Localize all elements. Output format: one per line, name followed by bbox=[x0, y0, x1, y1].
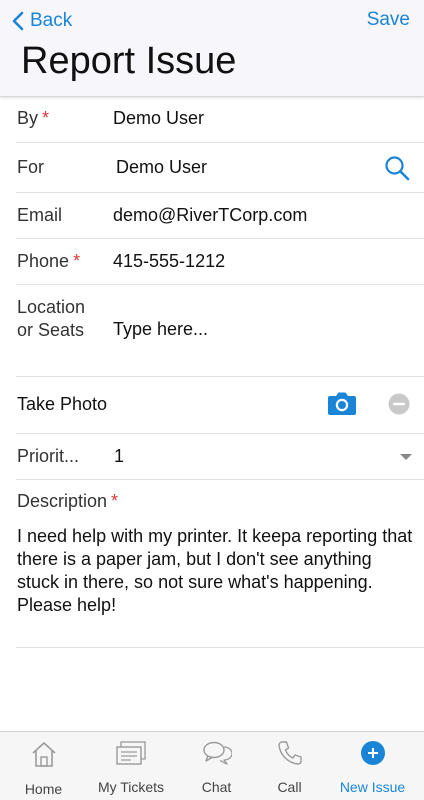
for-label: For bbox=[17, 157, 44, 177]
tab-home[interactable]: Home bbox=[0, 732, 87, 800]
save-button[interactable]: Save bbox=[367, 9, 410, 31]
by-field: Demo User bbox=[113, 108, 205, 128]
tab-label: Home bbox=[24, 781, 63, 797]
for-field[interactable]: Demo User bbox=[116, 157, 207, 178]
by-label: By * bbox=[17, 108, 50, 128]
dropdown-arrow-icon[interactable] bbox=[400, 454, 412, 460]
tab-label: New Issue bbox=[339, 779, 406, 795]
by-row: By * Demo User bbox=[16, 97, 424, 143]
back-label: Back bbox=[30, 10, 73, 31]
tab-chat[interactable]: Chat bbox=[175, 732, 258, 800]
email-label: Email bbox=[17, 205, 63, 225]
tab-label: My Tickets bbox=[97, 779, 165, 795]
required-marker: * bbox=[111, 491, 119, 511]
priority-select[interactable]: 1 bbox=[114, 446, 124, 467]
navigation-header: Back Save Report Issue bbox=[0, 0, 424, 97]
description-label: Description * bbox=[17, 491, 119, 511]
location-input[interactable]: Type here... bbox=[113, 319, 208, 340]
phone-row[interactable]: Phone * 415-555-1212 bbox=[16, 239, 424, 285]
location-row[interactable]: Location or Seats Type here... bbox=[16, 285, 424, 377]
description-textarea[interactable]: I need help with my printer. It keepa re… bbox=[17, 525, 417, 617]
tab-label: Call bbox=[277, 779, 302, 795]
take-photo-label: Take Photo bbox=[17, 394, 108, 414]
phone-icon bbox=[276, 739, 304, 772]
tab-bar: Home My Tickets Chat Call New Issue bbox=[0, 731, 424, 800]
phone-field[interactable]: 415-555-1212 bbox=[113, 251, 225, 272]
tab-new-issue[interactable]: New Issue bbox=[321, 732, 424, 800]
required-marker: * bbox=[42, 108, 50, 128]
tab-call[interactable]: Call bbox=[258, 732, 321, 800]
priority-label: Priorit... bbox=[17, 446, 80, 466]
priority-row[interactable]: Priorit... 1 bbox=[16, 434, 424, 480]
tab-label: Chat bbox=[201, 779, 232, 795]
camera-icon[interactable] bbox=[327, 390, 357, 421]
required-marker: * bbox=[73, 251, 81, 271]
phone-label: Phone * bbox=[17, 251, 81, 271]
report-issue-form: By * Demo User For Demo User Email demo@R… bbox=[0, 97, 424, 648]
chat-icon bbox=[202, 739, 233, 772]
location-label: Location or Seats bbox=[17, 297, 86, 340]
search-icon[interactable] bbox=[384, 155, 410, 186]
for-row[interactable]: For Demo User bbox=[16, 143, 424, 193]
email-field[interactable]: demo@RiverTCorp.com bbox=[113, 205, 307, 226]
plus-circle-icon bbox=[359, 739, 387, 772]
back-button[interactable]: Back bbox=[12, 8, 72, 34]
remove-icon[interactable] bbox=[388, 393, 410, 420]
chevron-left-icon bbox=[12, 11, 24, 31]
home-icon bbox=[29, 739, 59, 774]
tab-my-tickets[interactable]: My Tickets bbox=[87, 732, 175, 800]
take-photo-row: Take Photo bbox=[16, 377, 424, 434]
tickets-icon bbox=[115, 739, 147, 772]
email-row[interactable]: Email demo@RiverTCorp.com bbox=[16, 193, 424, 239]
description-row[interactable]: Description * I need help with my printer… bbox=[16, 480, 424, 648]
page-title: Report Issue bbox=[21, 40, 237, 82]
